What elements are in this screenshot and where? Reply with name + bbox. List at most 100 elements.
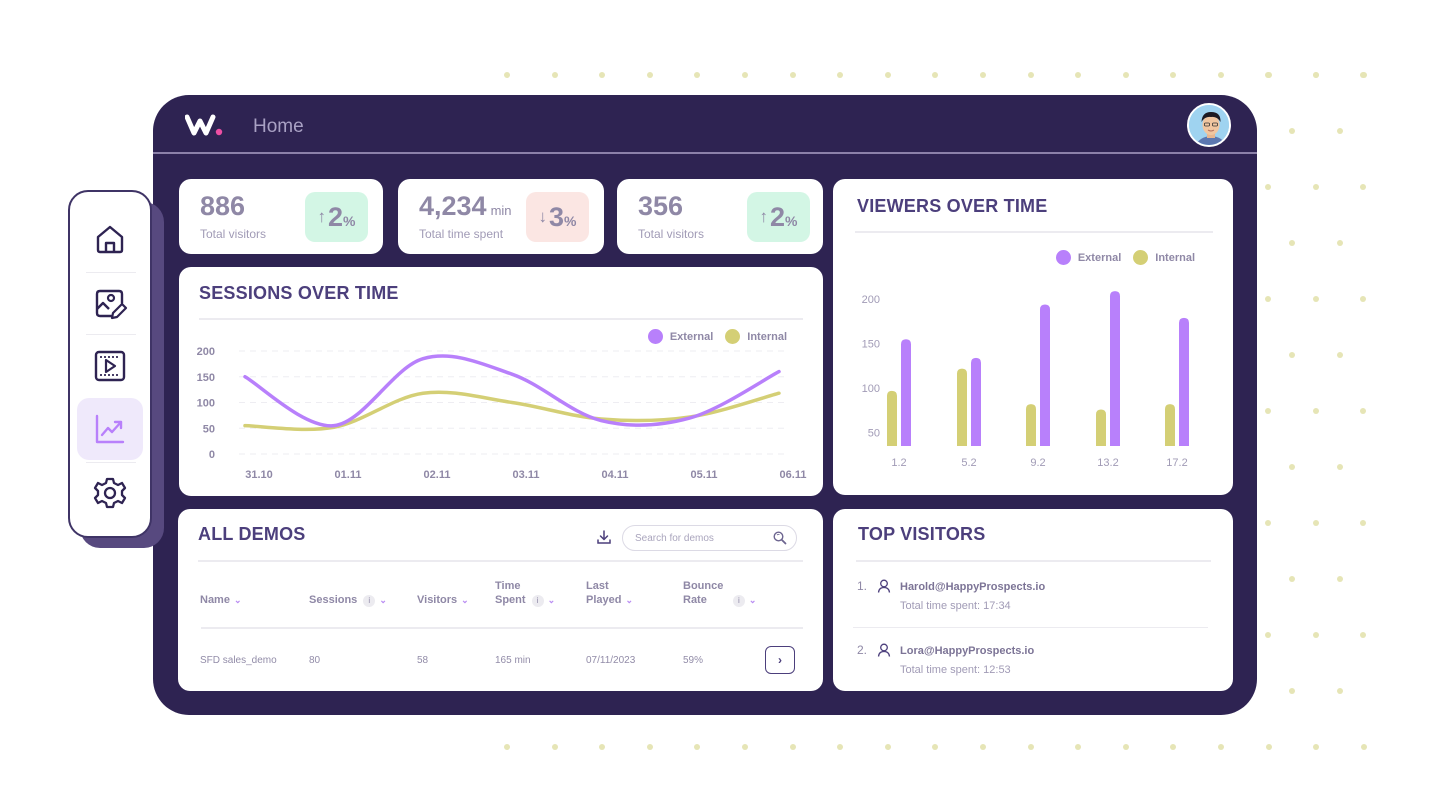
- y-tick-label: 150: [197, 372, 215, 384]
- background-dot: [1289, 688, 1295, 694]
- sidebar-item-analytics[interactable]: [77, 398, 143, 460]
- search-icon[interactable]: [773, 531, 787, 545]
- background-dot: [1218, 72, 1224, 78]
- sort-chevron-icon[interactable]: ⌄: [749, 595, 757, 605]
- download-icon[interactable]: [596, 529, 612, 545]
- x-tick-label: 01.11: [335, 469, 362, 481]
- background-dot: [599, 72, 605, 78]
- background-dot: [790, 744, 796, 750]
- stat-label: Total time spent: [419, 227, 504, 241]
- viewers-bar-chart: 50 100 150 200 1.2 5.2 9.2 13.2 17.2: [862, 291, 1189, 469]
- bar-internal[interactable]: [887, 390, 897, 446]
- y-tick-label: 200: [862, 294, 880, 306]
- background-dot: [1123, 744, 1129, 750]
- background-dot: [790, 72, 796, 78]
- user-icon: [877, 579, 891, 593]
- background-dot: [552, 72, 558, 78]
- video-icon: [94, 350, 126, 382]
- column-header[interactable]: Bounce Rate i ⌄: [683, 579, 756, 607]
- x-tick-label: 02.11: [424, 469, 451, 481]
- bar-external[interactable]: [1179, 317, 1189, 446]
- info-icon[interactable]: i: [363, 595, 376, 607]
- bar-external[interactable]: [971, 357, 981, 446]
- info-icon[interactable]: i: [732, 595, 745, 607]
- bar-internal[interactable]: [1026, 404, 1036, 446]
- card-title: ALL DEMOS: [198, 524, 306, 544]
- x-tick-label: 13.2: [1097, 457, 1118, 469]
- stat-card-total-visitors-2: 356 Total visitors ↑ 2 %: [617, 179, 823, 254]
- column-header[interactable]: Name ⌄: [200, 593, 242, 607]
- background-dot: [1123, 72, 1129, 78]
- cell-sessions: 80: [309, 655, 321, 666]
- bar-external[interactable]: [901, 339, 911, 446]
- background-dot: [1170, 744, 1176, 750]
- avatar-portrait-icon: [1189, 105, 1229, 145]
- background-dot: [552, 744, 558, 750]
- arrow-up-icon: ↑: [317, 207, 327, 226]
- y-tick-label: 100: [862, 383, 880, 395]
- visitor-email[interactable]: Lora@HappyProspects.io: [900, 645, 1034, 657]
- y-tick-label: 50: [868, 428, 880, 440]
- column-header[interactable]: Sessions i ⌄: [309, 593, 387, 607]
- column-header[interactable]: Visitors ⌄: [417, 593, 469, 607]
- background-dot: [1313, 296, 1319, 302]
- background-dot: [1265, 520, 1271, 526]
- stat-card-total-time: 4,234 min Total time spent ↓ 3 %: [398, 179, 604, 254]
- background-dot: [1313, 408, 1319, 414]
- stat-value: 886: [200, 191, 246, 221]
- background-dot: [742, 744, 748, 750]
- sidebar-item-settings[interactable]: [77, 462, 143, 524]
- sidebar-item-image-edit[interactable]: [77, 273, 143, 335]
- stat-label: Total visitors: [638, 227, 705, 241]
- arrow-down-icon: ↓: [538, 207, 548, 226]
- background-dot: [1313, 744, 1319, 750]
- background-dot: [504, 744, 510, 750]
- stat-card-total-visitors: 886 Total visitors ↑ 2 %: [179, 179, 383, 254]
- sidebar-item-video[interactable]: [77, 335, 143, 397]
- bar-internal[interactable]: [957, 368, 967, 446]
- trend-badge: ↓ 3 %: [526, 192, 589, 242]
- sidebar-item-home[interactable]: [77, 208, 143, 270]
- background-dot: [1360, 296, 1366, 302]
- x-tick-label: 31.10: [245, 469, 273, 481]
- w-logo-icon[interactable]: [185, 111, 225, 139]
- sort-chevron-icon[interactable]: ⌄: [461, 595, 469, 605]
- x-tick-label: 06.11: [780, 469, 807, 481]
- search-demos-field[interactable]: [622, 525, 797, 551]
- visitor-time: Total time spent: 12:53: [900, 664, 1011, 676]
- column-header[interactable]: Last Played ⌄: [586, 579, 633, 607]
- bar-external[interactable]: [1040, 304, 1050, 446]
- background-dot: [1361, 744, 1367, 750]
- background-dot: [1289, 240, 1295, 246]
- sort-chevron-icon[interactable]: ⌄: [379, 595, 387, 605]
- stat-value: 356: [638, 191, 684, 221]
- cell-visitors: 58: [417, 655, 429, 666]
- x-tick-label: 05.11: [691, 469, 718, 481]
- open-demo-button[interactable]: ›: [765, 646, 795, 674]
- background-dot: [1360, 72, 1366, 78]
- background-dot: [1289, 576, 1295, 582]
- sort-chevron-icon[interactable]: ⌄: [234, 595, 242, 605]
- user-avatar[interactable]: [1187, 103, 1231, 147]
- divider: [198, 560, 803, 562]
- background-dot: [694, 72, 700, 78]
- background-dot: [647, 744, 653, 750]
- search-input[interactable]: [635, 530, 765, 546]
- sort-chevron-icon[interactable]: ⌄: [625, 595, 633, 605]
- dashboard-window: Home 886 Total visitors ↑ 2 % 4,234 min …: [153, 95, 1257, 715]
- bar-internal[interactable]: [1165, 404, 1175, 446]
- bar-external[interactable]: [1110, 291, 1120, 446]
- sort-chevron-icon[interactable]: ⌄: [548, 595, 556, 605]
- background-dot: [1075, 744, 1081, 750]
- background-dot: [1218, 744, 1224, 750]
- visitor-email[interactable]: Harold@HappyProspects.io: [900, 581, 1045, 593]
- y-tick-label: 0: [209, 449, 215, 461]
- x-tick-label: 03.11: [513, 469, 540, 481]
- background-dot: [1265, 408, 1271, 414]
- background-dot: [1360, 184, 1366, 190]
- series-line-external: [243, 354, 781, 428]
- column-header[interactable]: Time Spent i ⌄: [495, 579, 555, 607]
- bar-internal[interactable]: [1096, 409, 1106, 446]
- info-icon[interactable]: i: [531, 595, 544, 607]
- background-dot: [504, 72, 510, 78]
